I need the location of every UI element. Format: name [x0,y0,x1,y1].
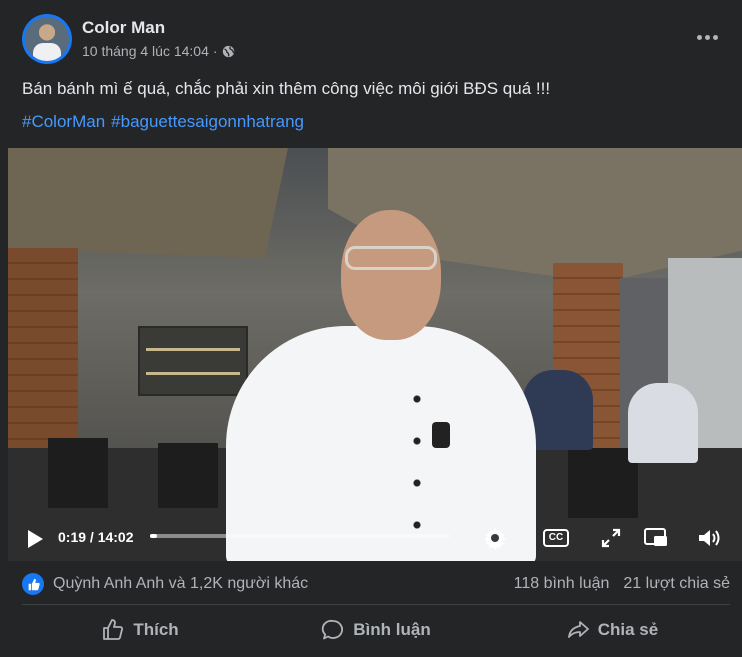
meta-separator: · [212,43,218,59]
post-actions: Thích Bình luận Chia sẻ [22,607,730,653]
captions-icon[interactable]: CC [541,523,571,553]
shares-count[interactable]: 21 lượt chia sẻ [623,575,730,593]
post-meta: 10 tháng 4 lúc 14:04 · [82,43,235,59]
reaction-stats: Quỳnh Anh Anh và 1,2K người khác 118 bìn… [22,573,732,597]
avatar-image [25,17,69,61]
video-player[interactable] [8,148,742,561]
share-button[interactable]: Chia sẻ [494,607,730,653]
post-header: Color Man 10 tháng 4 lúc 14:04 · [22,14,722,66]
post-caption: Bán bánh mì ế quá, chắc phải xin thêm cô… [22,79,551,98]
video-scene [138,326,248,396]
video-progress-fill [150,534,157,538]
share-icon [567,621,589,638]
author-name[interactable]: Color Man [82,18,165,38]
post-card: Color Man 10 tháng 4 lúc 14:04 · Bán bán… [0,0,742,657]
comment-label: Bình luận [353,620,431,639]
video-scene [8,148,288,258]
like-label: Thích [133,620,179,639]
comment-icon [322,619,344,640]
video-controls: 0:19 / 14:02 CC [8,520,742,560]
post-hashtags: #ColorMan #baguettesaigonnhatrang [22,112,304,132]
video-scene [341,210,441,340]
hashtag-link[interactable]: #ColorMan [22,112,105,132]
volume-icon[interactable] [694,523,724,553]
play-icon[interactable] [24,528,46,550]
settings-icon[interactable] [480,523,510,553]
video-scene [345,246,437,270]
dot-icon [704,34,710,40]
hashtag-link[interactable]: #baguettesaigonnhatrang [111,112,304,132]
reactors-text[interactable]: Quỳnh Anh Anh và 1,2K người khác [53,575,308,593]
video-scene [158,443,218,508]
dot-icon [712,34,718,40]
dot-icon [696,34,702,40]
globe-icon[interactable] [222,45,235,58]
video-progress-bar[interactable] [150,534,450,538]
avatar[interactable] [22,14,72,64]
share-label: Chia sẻ [597,620,659,639]
video-time: 0:19 / 14:02 [58,529,134,545]
thumbs-up-icon [103,619,124,640]
video-scene [628,383,698,463]
comment-button[interactable]: Bình luận [258,607,494,653]
video-scene [432,422,450,448]
captions-label: CC [542,529,570,547]
pip-icon[interactable] [641,523,671,553]
comments-count[interactable]: 118 bình luận [514,575,610,593]
like-button[interactable]: Thích [22,607,258,653]
divider [22,604,730,605]
more-options-button[interactable] [692,22,722,52]
video-scene [48,438,108,508]
engagement-counts: 118 bình luận 21 lượt chia sẻ [514,575,730,593]
like-icon[interactable] [22,573,44,595]
fullscreen-icon[interactable] [596,523,626,553]
post-timestamp[interactable]: 10 tháng 4 lúc 14:04 [82,43,209,59]
